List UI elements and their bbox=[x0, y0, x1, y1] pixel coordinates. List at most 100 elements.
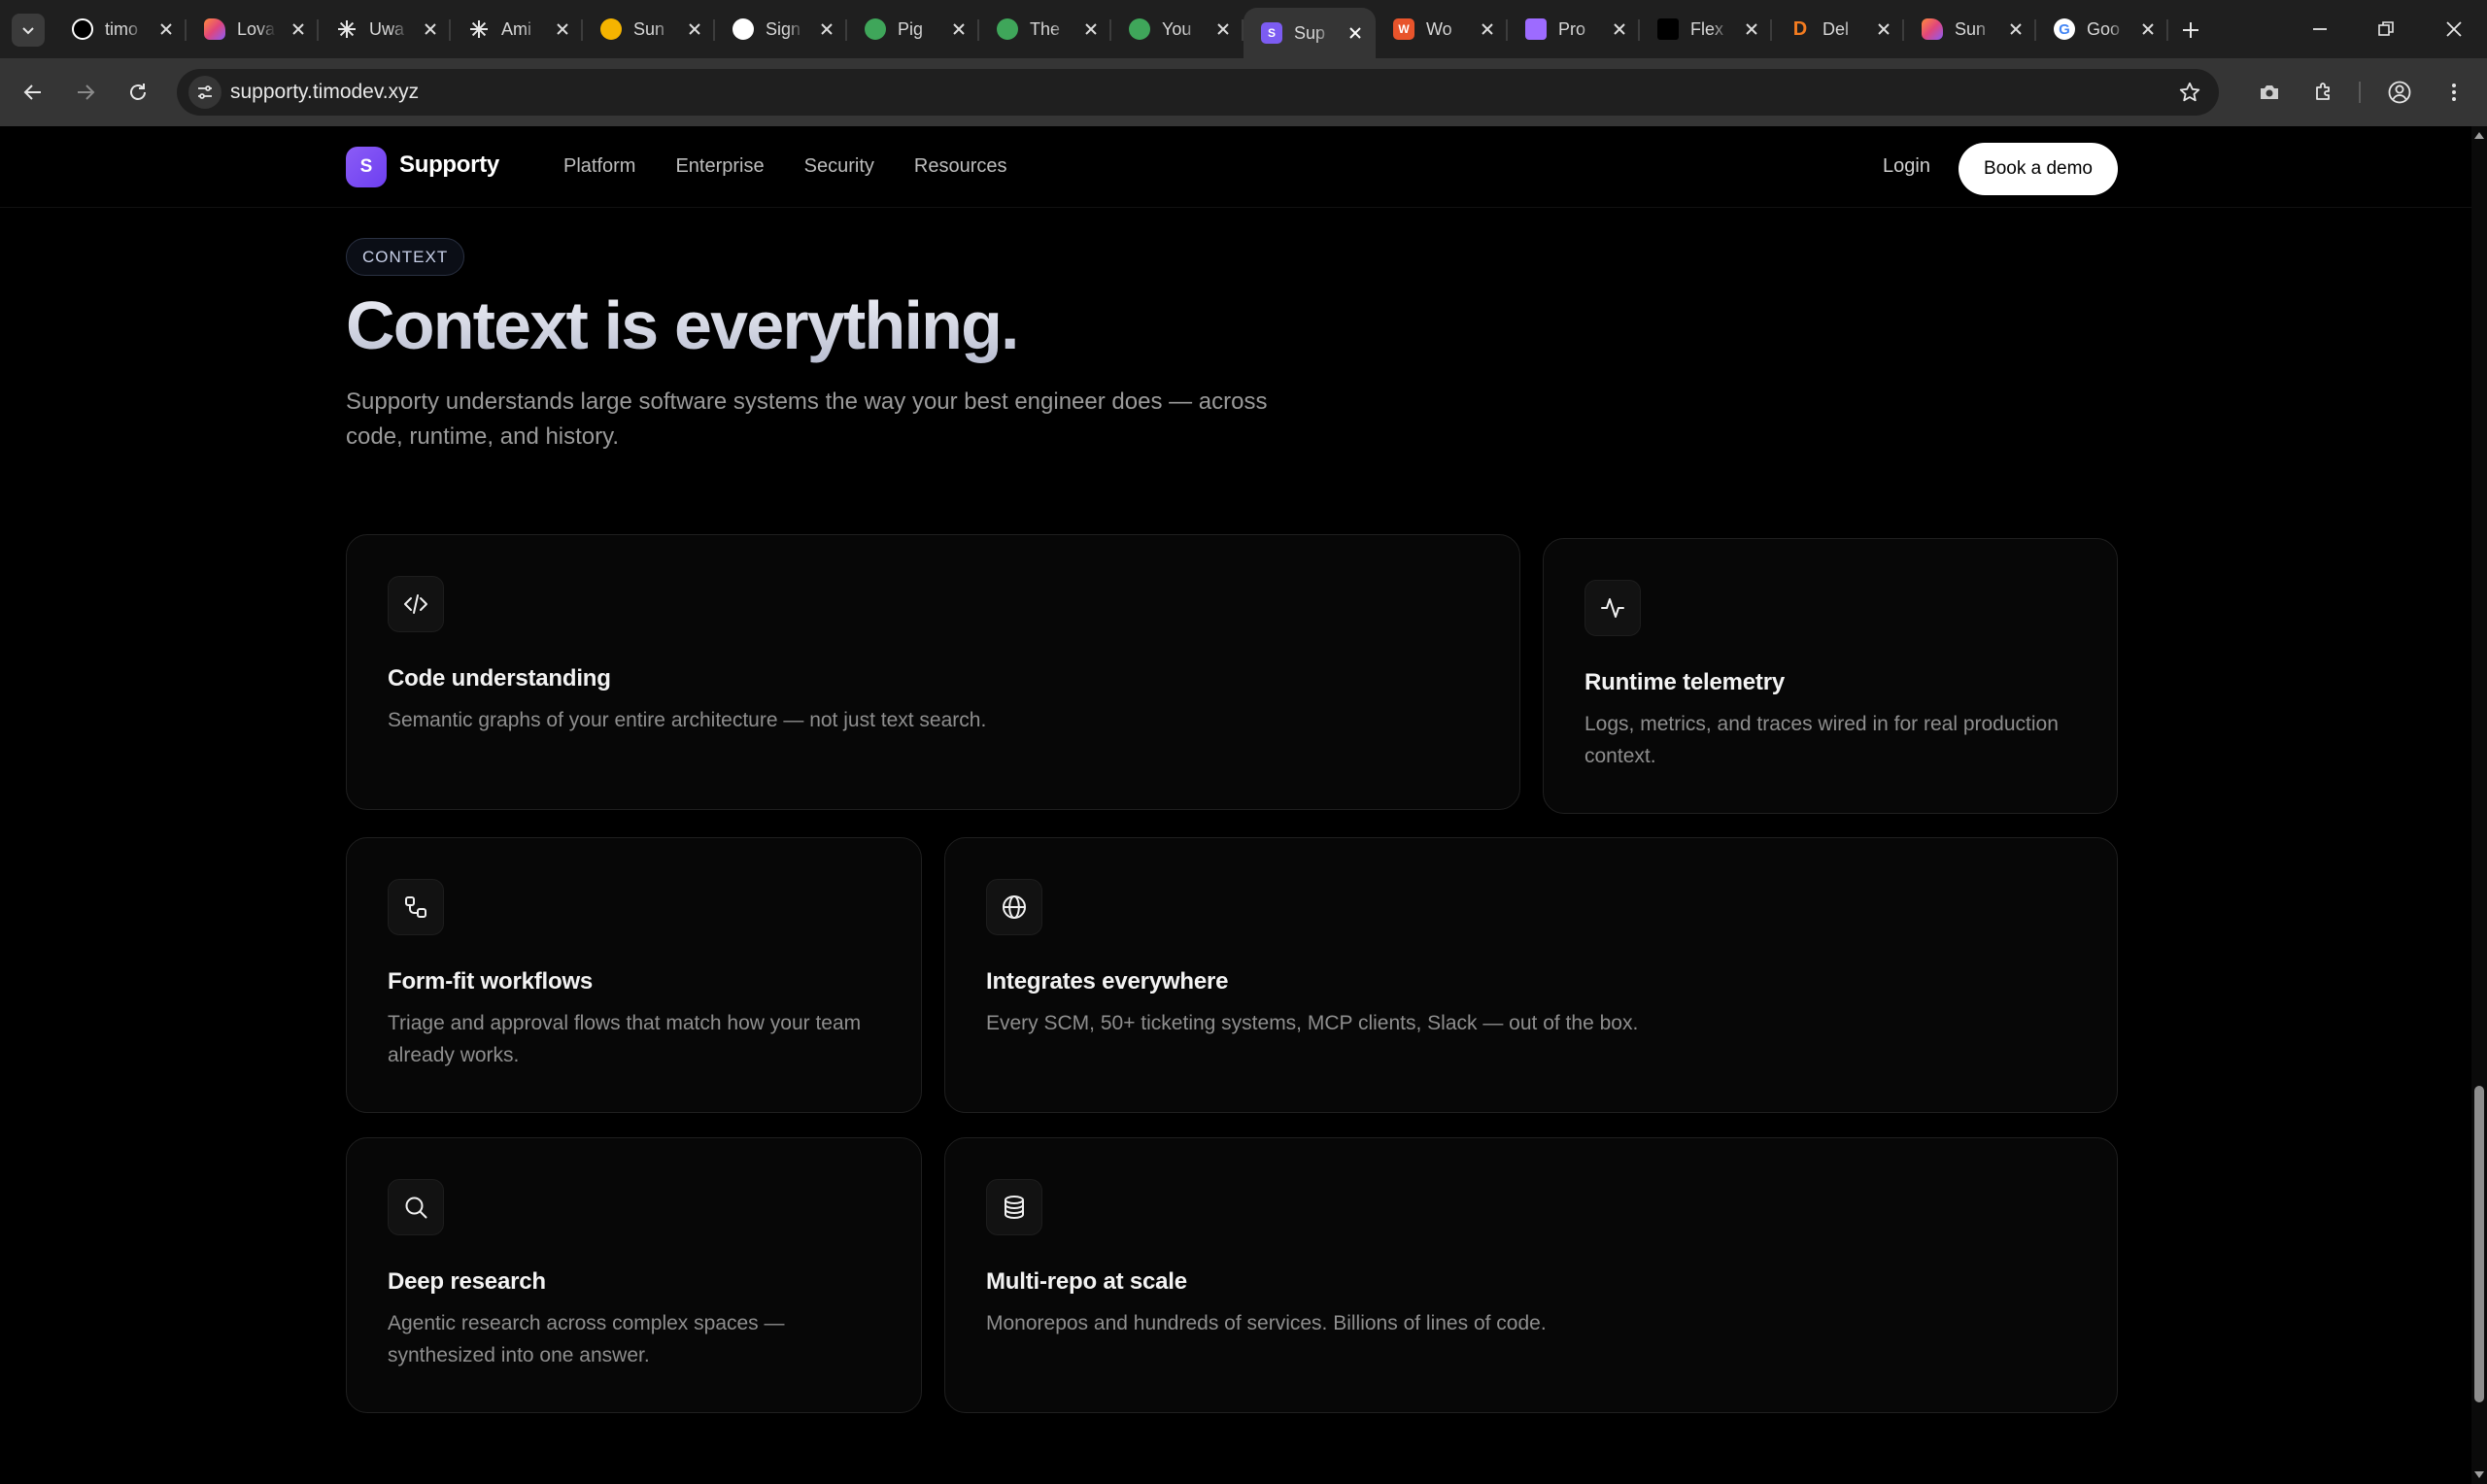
tab-1[interactable]: Lovable bbox=[187, 8, 319, 51]
tab-11[interactable]: Pro bbox=[1508, 8, 1640, 51]
logo-icon[interactable]: S bbox=[346, 147, 387, 187]
close-icon[interactable] bbox=[1080, 18, 1102, 40]
tab-3[interactable]: Ami bbox=[451, 8, 583, 51]
tab-2[interactable]: Uwa bbox=[319, 8, 451, 51]
brand-name[interactable]: Supporty bbox=[399, 152, 499, 179]
tab-label: Lovable bbox=[237, 18, 276, 39]
close-icon[interactable] bbox=[1741, 18, 1762, 40]
close-icon[interactable] bbox=[2137, 18, 2159, 40]
tab-0[interactable]: timo bbox=[54, 8, 187, 51]
close-icon[interactable] bbox=[1873, 18, 1894, 40]
tab-6[interactable]: Pig bbox=[847, 8, 979, 51]
close-icon[interactable] bbox=[948, 18, 970, 40]
nav-link-enterprise[interactable]: Enterprise bbox=[675, 155, 764, 178]
screenshot-button[interactable] bbox=[2252, 75, 2287, 110]
login-link[interactable]: Login bbox=[1883, 155, 1930, 178]
tab-favicon-icon: G bbox=[2054, 18, 2075, 40]
close-icon[interactable] bbox=[155, 18, 177, 40]
browser-toolbar: supporty.timodev.xyz bbox=[0, 58, 2487, 126]
restore-button[interactable] bbox=[2357, 10, 2415, 49]
address-bar[interactable]: supporty.timodev.xyz bbox=[177, 69, 2219, 116]
tab-favicon-icon bbox=[1129, 18, 1150, 40]
reload-button[interactable] bbox=[120, 75, 155, 110]
tab-strip: timo Lovable Uwa Ami Sun Sign Pig The Yo… bbox=[0, 0, 2487, 58]
feature-title: Deep research bbox=[388, 1268, 546, 1295]
feature-title: Code understanding bbox=[388, 665, 611, 691]
minimize-icon bbox=[2313, 28, 2327, 30]
site-info-button[interactable] bbox=[188, 76, 221, 109]
tab-8[interactable]: You bbox=[1111, 8, 1244, 51]
tab-label: Del bbox=[1823, 18, 1850, 39]
tab-12[interactable]: Flex bbox=[1640, 8, 1772, 51]
more-vertical-icon bbox=[2452, 84, 2456, 101]
tab-label: Wo bbox=[1426, 18, 1452, 39]
feature-card-multi-repo-at-scale: Multi-repo at scale Monorepos and hundre… bbox=[944, 1137, 2118, 1413]
tab-9-active[interactable]: S Sup bbox=[1244, 8, 1376, 58]
workflow-icon bbox=[388, 879, 444, 935]
feature-title: Runtime telemetry bbox=[1584, 669, 1785, 695]
site-navbar: S Supporty Platform Enterprise Security … bbox=[0, 126, 2471, 208]
close-window-button[interactable] bbox=[2425, 10, 2483, 49]
forward-button[interactable] bbox=[68, 75, 103, 110]
tab-favicon-icon bbox=[732, 18, 754, 40]
scroll-down-arrow-icon[interactable] bbox=[2474, 1471, 2484, 1478]
nav-link-security[interactable]: Security bbox=[804, 155, 874, 178]
tab-14[interactable]: Sun bbox=[1904, 8, 2036, 51]
close-icon[interactable] bbox=[1477, 18, 1498, 40]
scrollbar-thumb[interactable] bbox=[2474, 1086, 2484, 1402]
close-icon[interactable] bbox=[1212, 18, 1234, 40]
tab-favicon-icon bbox=[600, 18, 622, 40]
tab-13[interactable]: D Del bbox=[1772, 8, 1904, 51]
section-subtitle: Supporty understands large software syst… bbox=[346, 388, 1268, 450]
tab-10[interactable]: W Wo bbox=[1376, 8, 1508, 51]
back-button[interactable] bbox=[16, 75, 51, 110]
minimize-button[interactable] bbox=[2291, 10, 2349, 49]
url-text[interactable]: supporty.timodev.xyz bbox=[230, 81, 419, 104]
tab-5[interactable]: Sign bbox=[715, 8, 847, 51]
close-icon[interactable] bbox=[816, 18, 837, 40]
chevron-down-icon bbox=[22, 27, 34, 35]
tab-7[interactable]: The bbox=[979, 8, 1111, 51]
new-tab-button[interactable] bbox=[2174, 14, 2207, 47]
section-badge: CONTEXT bbox=[346, 238, 465, 276]
page-scrollbar[interactable] bbox=[2471, 126, 2487, 1484]
feature-description: Semantic graphs of your entire architect… bbox=[388, 709, 987, 731]
close-icon[interactable] bbox=[420, 18, 441, 40]
bookmark-button[interactable] bbox=[2176, 79, 2203, 106]
book-demo-button[interactable]: Book a demo bbox=[1959, 143, 2118, 195]
puzzle-icon bbox=[2316, 83, 2330, 100]
toolbar-divider bbox=[2359, 82, 2361, 103]
tab-search-button[interactable] bbox=[12, 14, 45, 47]
menu-button[interactable] bbox=[2436, 75, 2471, 110]
reload-icon bbox=[130, 84, 146, 100]
tab-label: The bbox=[1030, 18, 1061, 39]
close-icon[interactable] bbox=[2005, 18, 2027, 40]
restore-icon bbox=[2378, 21, 2394, 36]
tab-4[interactable]: Sun bbox=[583, 8, 715, 51]
tab-favicon-icon bbox=[1525, 18, 1547, 40]
tab-favicon-icon bbox=[72, 18, 93, 40]
feature-title: Form-fit workflows bbox=[388, 968, 594, 995]
tune-icon bbox=[198, 85, 212, 99]
tabs: timo Lovable Uwa Ami Sun Sign Pig The Yo… bbox=[54, 8, 2168, 58]
close-icon[interactable] bbox=[288, 18, 309, 40]
nav-link-resources[interactable]: Resources bbox=[914, 155, 1007, 178]
close-icon[interactable] bbox=[552, 18, 573, 40]
tab-favicon-icon bbox=[1657, 18, 1679, 40]
tab-favicon-icon bbox=[997, 18, 1018, 40]
extensions-button[interactable] bbox=[2306, 75, 2341, 110]
account-icon bbox=[2388, 81, 2411, 104]
scroll-up-arrow-icon[interactable] bbox=[2474, 132, 2484, 139]
close-icon[interactable] bbox=[684, 18, 705, 40]
close-icon[interactable] bbox=[1345, 22, 1366, 44]
feature-title: Integrates everywhere bbox=[986, 968, 1229, 995]
tab-label: Uwa bbox=[369, 18, 405, 39]
tab-label: You bbox=[1162, 18, 1192, 39]
close-icon[interactable] bbox=[1609, 18, 1630, 40]
tab-15[interactable]: G Goo bbox=[2036, 8, 2168, 51]
tab-label: Pro bbox=[1558, 18, 1586, 39]
tab-favicon-icon bbox=[865, 18, 886, 40]
tab-label: Pig bbox=[898, 18, 924, 39]
nav-link-platform[interactable]: Platform bbox=[563, 155, 635, 178]
profile-button[interactable] bbox=[2382, 75, 2417, 110]
